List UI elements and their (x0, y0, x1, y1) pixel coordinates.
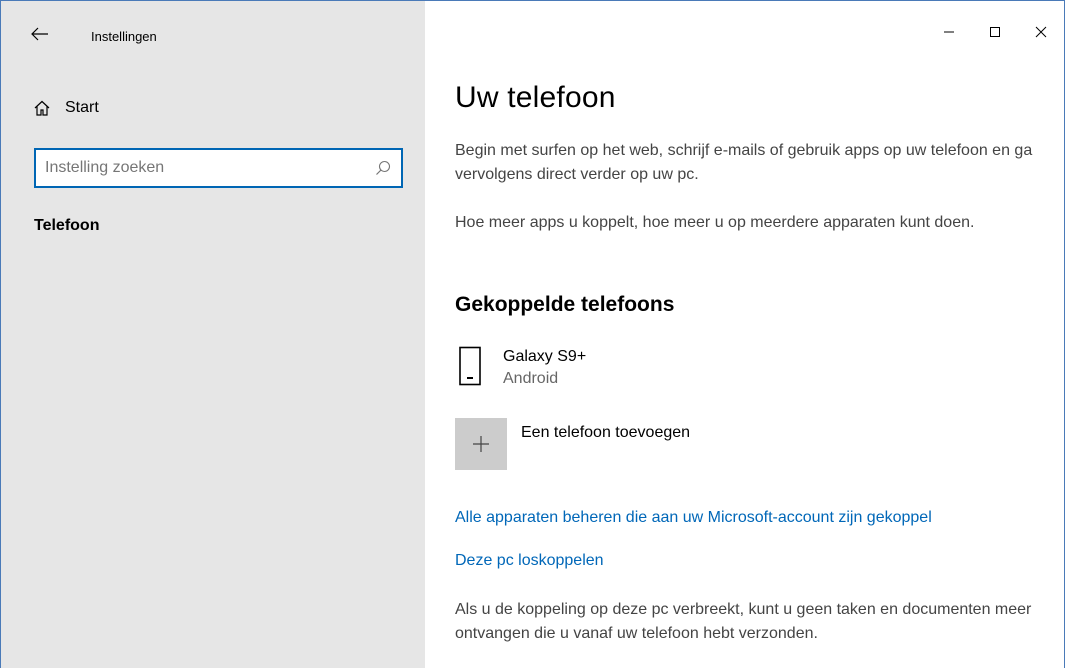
sidebar-item-start[interactable]: Start (33, 93, 99, 123)
minimize-button[interactable] (926, 17, 972, 47)
close-button[interactable] (1018, 17, 1064, 47)
search-icon (376, 160, 391, 175)
add-phone-tile (455, 418, 507, 470)
phone-icon (455, 346, 485, 388)
sidebar-item-label: Start (65, 99, 99, 116)
search-box[interactable] (34, 148, 403, 188)
intro-text-2: Hoe meer apps u koppelt, hoe meer u op m… (455, 214, 975, 231)
app-title: Instellingen (91, 29, 157, 44)
back-arrow-icon (31, 27, 48, 41)
minimize-icon (944, 31, 954, 33)
page-title: Uw telefoon (455, 81, 616, 114)
main-content: Uw telefoon Begin met surfen op het web,… (425, 1, 1064, 668)
back-button[interactable] (25, 19, 55, 49)
sidebar-item-telefoon[interactable]: Telefoon (34, 217, 99, 235)
device-os: Android (503, 370, 559, 387)
settings-window: Instellingen Start Telefoon (0, 0, 1065, 668)
device-text: Galaxy S9+ Android (503, 346, 586, 390)
window-controls (926, 17, 1064, 47)
linked-device[interactable]: Galaxy S9+ Android (455, 346, 586, 390)
plus-icon (473, 436, 489, 452)
add-phone-button[interactable]: Een telefoon toevoegen (455, 418, 690, 470)
search-input[interactable] (36, 150, 365, 186)
close-icon (1035, 26, 1047, 38)
linked-phones-title: Gekoppelde telefoons (455, 293, 675, 316)
manage-devices-link[interactable]: Alle apparaten beheren die aan uw Micros… (455, 509, 932, 527)
search-button[interactable] (365, 150, 401, 186)
maximize-icon (990, 27, 1000, 37)
unlink-note: Als u de koppeling op deze pc verbreekt,… (455, 601, 1032, 642)
home-icon (34, 100, 50, 116)
device-name: Galaxy S9+ (503, 348, 587, 365)
maximize-button[interactable] (972, 17, 1018, 47)
add-phone-label: Een telefoon toevoegen (521, 424, 691, 441)
unlink-pc-link[interactable]: Deze pc loskoppelen (455, 552, 604, 570)
intro-text: Begin met surfen op het web, schrijf e-m… (455, 142, 1033, 183)
sidebar: Instellingen Start Telefoon (1, 1, 425, 668)
